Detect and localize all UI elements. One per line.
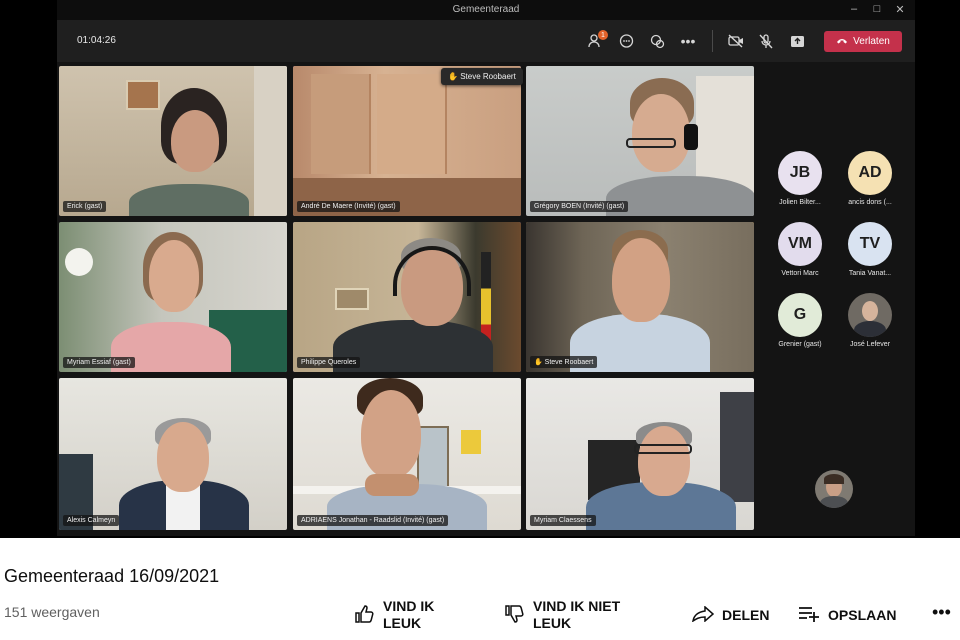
- participant-name: Myriam Essiaf (gast): [63, 357, 135, 368]
- wall-picture: [126, 80, 160, 110]
- raised-hand-icon: ✋: [448, 72, 458, 81]
- save-button[interactable]: OPSLAAN: [798, 606, 896, 625]
- hand-raised-name: Steve Roobaert: [460, 72, 516, 81]
- window-titlebar: Gemeenteraad – □ ✕: [57, 0, 915, 20]
- avatar: G: [778, 293, 822, 337]
- attendee-name: Jolien Bilter...: [779, 199, 821, 206]
- maximize-icon[interactable]: □: [870, 3, 884, 15]
- avatar-photo: [848, 293, 892, 337]
- share-tray-icon[interactable]: [787, 31, 807, 51]
- close-icon[interactable]: ✕: [893, 3, 907, 16]
- hand-raised-banner: ✋ Steve Roobaert: [441, 68, 523, 85]
- more-actions-icon[interactable]: •••: [932, 602, 951, 623]
- leave-label: Verlaten: [853, 36, 890, 47]
- video-tile-2[interactable]: André De Maere (Invité) (gast): [293, 66, 521, 216]
- participant-name: ADRIAENS Jonathan - Raadslid (Invité) (g…: [297, 515, 449, 526]
- video-tile-8[interactable]: ADRIAENS Jonathan - Raadslid (Invité) (g…: [293, 378, 521, 530]
- roster-attendee[interactable]: G Grenier (gast): [764, 293, 836, 348]
- attendee-name: Vettori Marc: [781, 270, 819, 277]
- video-tile-9[interactable]: Myriam Claessens: [526, 378, 754, 530]
- participant-name: Grégory BOEN (Invité) (gast): [530, 201, 629, 212]
- dislike-label-line2: LEUK: [533, 615, 572, 631]
- self-view-avatar[interactable]: [815, 470, 853, 508]
- video-tile-6[interactable]: ✋ Steve Roobaert: [526, 222, 754, 372]
- like-label-line1: VIND IK: [383, 598, 435, 614]
- participants-badge: 1: [598, 30, 608, 40]
- video-info: Gemeenteraad 16/09/2021 151 weergaven VI…: [0, 538, 960, 640]
- roster-attendee[interactable]: TV Tania Vanat...: [834, 222, 906, 277]
- staircase: [254, 66, 287, 216]
- share-label: DELEN: [722, 607, 770, 623]
- video-player[interactable]: Gemeenteraad – □ ✕ 01:04:26 1 ••• Verlat…: [0, 0, 960, 538]
- like-button[interactable]: VIND IK LEUK: [353, 598, 434, 632]
- participant-name: André De Maere (Invité) (gast): [297, 201, 400, 212]
- attendee-name: Tania Vanat...: [848, 270, 892, 277]
- roster-attendee[interactable]: JB Jolien Bilter...: [764, 151, 836, 206]
- save-playlist-icon: [798, 606, 820, 625]
- meeting-toolbar: 01:04:26 1 ••• Verlaten: [57, 20, 915, 62]
- participant-name: ✋ Steve Roobaert: [530, 356, 598, 368]
- participant-name: Myriam Claessens: [530, 515, 596, 526]
- avatar: TV: [848, 222, 892, 266]
- save-label: OPSLAAN: [828, 607, 897, 623]
- video-tile-5[interactable]: Philippe Queroles: [293, 222, 521, 372]
- mic-off-icon[interactable]: [756, 31, 776, 51]
- dislike-icon: [503, 604, 525, 626]
- attendee-name: Grenier (gast): [778, 341, 822, 348]
- participant-name: Alexis Calmeyn: [63, 515, 120, 526]
- video-tile-1[interactable]: Erick (gast): [59, 66, 287, 216]
- roster-attendee[interactable]: José Lefever: [834, 293, 906, 348]
- avatar: VM: [778, 222, 822, 266]
- avatar: AD: [848, 151, 892, 195]
- meeting-timer: 01:04:26: [77, 35, 116, 46]
- video-tile-7[interactable]: Alexis Calmeyn: [59, 378, 287, 530]
- attendee-name: ancis dons (...: [848, 199, 892, 206]
- chat-icon[interactable]: [616, 31, 636, 51]
- participant-name-text: Steve Roobaert: [544, 359, 594, 366]
- view-count: 151 weergaven: [4, 604, 100, 620]
- reactions-icon[interactable]: [647, 31, 667, 51]
- raised-hand-icon: ✋: [534, 359, 543, 366]
- minimize-icon[interactable]: –: [847, 3, 861, 15]
- avatar: JB: [778, 151, 822, 195]
- leave-button[interactable]: Verlaten: [824, 31, 902, 52]
- share-icon: [691, 605, 715, 625]
- window-title: Gemeenteraad: [452, 4, 520, 15]
- like-label-line2: LEUK: [383, 615, 422, 631]
- share-button[interactable]: DELEN: [691, 605, 770, 625]
- video-title: Gemeenteraad 16/09/2021: [4, 566, 220, 586]
- more-icon[interactable]: •••: [678, 31, 698, 51]
- attendee-name: José Lefever: [849, 341, 891, 348]
- participant-name: Philippe Queroles: [297, 357, 361, 368]
- phone-icon: [836, 36, 848, 47]
- camera-off-icon[interactable]: [726, 31, 746, 51]
- video-tile-3[interactable]: Grégory BOEN (Invité) (gast): [526, 66, 754, 216]
- dislike-label-line1: VIND IK NIET: [533, 598, 621, 614]
- toolbar-divider: [712, 30, 713, 52]
- like-icon: [353, 604, 375, 626]
- roster-attendee[interactable]: AD ancis dons (...: [834, 151, 906, 206]
- dislike-button[interactable]: VIND IK NIET LEUK: [503, 598, 620, 632]
- video-tile-4[interactable]: Myriam Essiaf (gast): [59, 222, 287, 372]
- poster: [417, 426, 449, 488]
- roster-attendee[interactable]: VM Vettori Marc: [764, 222, 836, 277]
- participant-name: Erick (gast): [63, 201, 107, 212]
